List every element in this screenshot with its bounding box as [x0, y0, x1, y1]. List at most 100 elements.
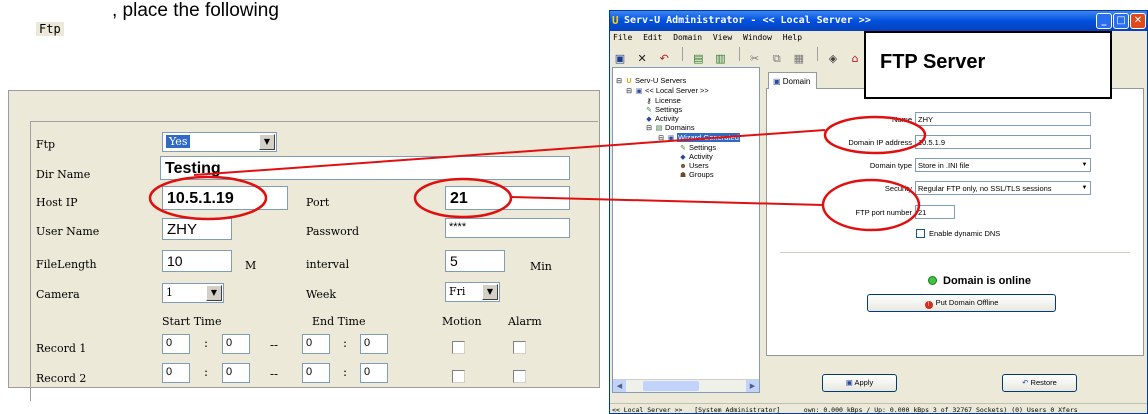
- camera-select[interactable]: 1 ▼: [162, 283, 224, 303]
- menu-view[interactable]: View: [713, 33, 732, 42]
- offline-button-label: Put Domain Offline: [935, 298, 999, 307]
- host-ip-input[interactable]: 10.5.1.19: [162, 186, 288, 210]
- domain-details-pane: ▣ Domain Name ZHY Domain IP address 10.5…: [762, 67, 1147, 393]
- new-domain-icon[interactable]: ▤: [691, 52, 705, 66]
- undo-icon[interactable]: ↶: [657, 52, 671, 66]
- apply-icon: ▣: [845, 378, 855, 387]
- online-status-icon: [928, 276, 937, 285]
- save-icon[interactable]: ▣: [613, 52, 627, 66]
- tab-domain-label: Domain: [782, 77, 811, 86]
- alarm-header: Alarm: [508, 315, 542, 328]
- tree-node-wizard-domain[interactable]: ⊟ ▣ Wizard Generated: [657, 133, 740, 143]
- maximize-button[interactable]: □: [1113, 13, 1129, 29]
- menu-domain[interactable]: Domain: [673, 33, 702, 42]
- collapse-icon[interactable]: ⊟: [645, 125, 653, 133]
- security-select[interactable]: Regular FTP only, no SSL/TLS sessions ▼: [915, 181, 1091, 195]
- domain-type-select[interactable]: Store in .INI file ▼: [915, 158, 1091, 172]
- status-bar: << Local Server >> [System Administrator…: [610, 403, 1147, 414]
- chevron-down-icon[interactable]: ▼: [206, 285, 222, 301]
- connect-icon[interactable]: ◈: [826, 52, 840, 66]
- scroll-thumb[interactable]: [643, 381, 699, 391]
- tree-node-groups[interactable]: ☗ Groups: [679, 170, 714, 180]
- dir-name-input[interactable]: Testing: [160, 156, 570, 180]
- app-icon: U: [612, 14, 619, 27]
- interval-input[interactable]: 5: [445, 250, 505, 272]
- new-user-icon[interactable]: ▥: [713, 52, 727, 66]
- tree-label: License: [655, 96, 681, 105]
- end-time-header: End Time: [312, 315, 366, 328]
- restore-button-label: Restore: [1030, 378, 1057, 387]
- record2-start-minute[interactable]: 0: [222, 363, 250, 383]
- tree-node-servers[interactable]: ⊟ U Serv-U Servers: [615, 76, 686, 86]
- ftp-enable-value: Yes: [166, 135, 191, 148]
- ftp-enable-select[interactable]: Yes ▼: [162, 132, 277, 152]
- chevron-down-icon[interactable]: ▼: [1079, 182, 1090, 194]
- collapse-icon[interactable]: ⊟: [615, 78, 623, 86]
- record2-colon: :: [204, 365, 209, 379]
- chevron-down-icon[interactable]: ▼: [259, 134, 275, 150]
- record2-alarm-checkbox[interactable]: [513, 370, 526, 383]
- week-value: Fri: [449, 285, 466, 298]
- scroll-right-icon[interactable]: ▶: [746, 380, 759, 392]
- paste-icon[interactable]: ▦: [792, 52, 806, 66]
- cut-icon[interactable]: ✂: [748, 52, 762, 66]
- motion-header: Motion: [442, 315, 482, 328]
- domain-icon: ▣: [667, 135, 675, 142]
- ftp-group-title: Ftp: [36, 22, 64, 36]
- tree-node-local-server[interactable]: ⊟ ▣ << Local Server >>: [625, 86, 709, 96]
- domain-ip-input[interactable]: 10.5.1.9: [915, 135, 1091, 149]
- scroll-left-icon[interactable]: ◀: [613, 380, 626, 392]
- apply-button[interactable]: ▣ Apply: [822, 374, 897, 392]
- record2-end-minute[interactable]: 0: [360, 363, 388, 383]
- tree-horizontal-scrollbar[interactable]: ◀ ▶: [613, 379, 759, 392]
- dynamic-dns-checkbox[interactable]: [916, 229, 925, 238]
- menu-file[interactable]: File: [613, 33, 632, 42]
- domain-ip-label: Domain IP address: [848, 138, 912, 147]
- record1-alarm-checkbox[interactable]: [513, 341, 526, 354]
- domain-name-input[interactable]: ZHY: [915, 112, 1091, 126]
- minimize-button[interactable]: _: [1096, 13, 1112, 29]
- collapse-icon[interactable]: ⊟: [657, 135, 665, 143]
- record2-motion-checkbox[interactable]: [452, 370, 465, 383]
- week-select[interactable]: Fri ▼: [445, 282, 500, 302]
- record1-label: Record 1: [36, 342, 87, 355]
- interval-unit: Min: [530, 260, 552, 273]
- chevron-down-icon[interactable]: ▼: [1079, 159, 1090, 171]
- ftp-server-callout-text: FTP Server: [880, 51, 986, 73]
- file-length-input[interactable]: 10: [162, 250, 232, 272]
- delete-icon[interactable]: ✕: [635, 52, 649, 66]
- copy-icon[interactable]: ⧉: [770, 52, 784, 66]
- user-name-input[interactable]: ZHY: [162, 218, 232, 240]
- collapse-icon[interactable]: ⊟: [625, 88, 633, 96]
- tab-domain[interactable]: ▣ Domain: [768, 72, 817, 89]
- put-domain-offline-button[interactable]: ! Put Domain Offline: [867, 294, 1056, 312]
- menu-help[interactable]: Help: [783, 33, 802, 42]
- port-input[interactable]: 21: [445, 186, 570, 210]
- ftp-label: Ftp: [36, 138, 56, 151]
- record1-motion-checkbox[interactable]: [452, 341, 465, 354]
- menu-window[interactable]: Window: [743, 33, 772, 42]
- status-user: [System Administrator]: [694, 406, 781, 414]
- disconnect-icon[interactable]: ⌂: [848, 52, 862, 66]
- record1-end-minute[interactable]: 0: [360, 334, 388, 354]
- chevron-down-icon[interactable]: ▼: [482, 284, 498, 300]
- tree-node-domains[interactable]: ⊟ ▤ Domains: [645, 123, 695, 133]
- domain-type-value: Store in .INI file: [918, 161, 970, 170]
- record2-start-hour[interactable]: 0: [162, 363, 190, 383]
- record1-end-hour[interactable]: 0: [302, 334, 330, 354]
- stop-icon: !: [924, 301, 933, 309]
- record1-start-minute[interactable]: 0: [222, 334, 250, 354]
- ftp-port-input[interactable]: 21: [915, 205, 955, 219]
- interval-label: interval: [306, 258, 350, 271]
- tree-label: Domains: [665, 123, 695, 132]
- password-label: Password: [306, 225, 360, 238]
- restore-button[interactable]: ↶ Restore: [1002, 374, 1077, 392]
- record2-end-hour[interactable]: 0: [302, 363, 330, 383]
- password-input[interactable]: ****: [445, 218, 570, 238]
- close-button[interactable]: ✕: [1130, 13, 1146, 29]
- record2-colon: :: [343, 365, 348, 379]
- record1-start-hour[interactable]: 0: [162, 334, 190, 354]
- tree-label: Serv-U Servers: [635, 76, 687, 85]
- menu-edit[interactable]: Edit: [643, 33, 662, 42]
- tree-label: Settings: [689, 143, 717, 152]
